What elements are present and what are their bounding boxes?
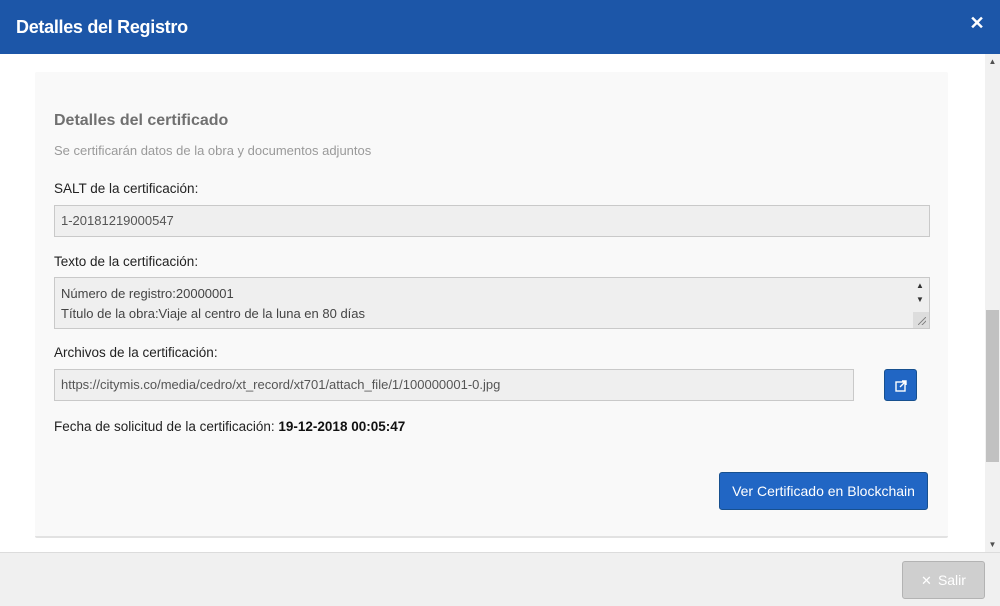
files-input[interactable]: https://citymis.co/media/cedro/xt_record… (54, 369, 854, 401)
modal-header: Detalles del Registro ✕ (0, 0, 1000, 54)
text-label: Texto de la certificación: (54, 254, 199, 269)
close-icon[interactable]: ✕ (968, 12, 986, 34)
request-date: Fecha de solicitud de la certificación: … (54, 419, 405, 434)
certificate-panel: Detalles del certificado Se certificarán… (35, 72, 948, 538)
text-line-registration: Número de registro:20000001 (61, 286, 234, 301)
panel-title: Detalles del certificado (54, 112, 229, 129)
salt-label: SALT de la certificación: (54, 181, 199, 196)
panel-subtitle: Se certificarán datos de la obra y docum… (54, 143, 372, 158)
files-label: Archivos de la certificación: (54, 345, 218, 360)
scroll-down-icon[interactable]: ▼ (985, 537, 1000, 552)
scroll-thumb[interactable] (986, 310, 999, 462)
exit-button[interactable]: ✕ Salir (902, 561, 985, 599)
close-icon: ✕ (921, 573, 932, 588)
text-line-title: Título de la obra:Viaje al centro de la … (61, 306, 366, 321)
open-file-button[interactable] (884, 369, 917, 401)
exit-label: Salir (937, 572, 966, 588)
view-blockchain-button[interactable]: Ver Certificado en Blockchain (719, 472, 928, 510)
textarea-scroll-up-icon[interactable]: ▲ (914, 281, 926, 291)
modal-title: Detalles del Registro (16, 17, 188, 37)
date-label: Fecha de solicitud de la certificación: (54, 419, 275, 434)
modal-footer: ✕ Salir (0, 552, 1000, 606)
external-link-icon (895, 380, 907, 392)
scroll-up-icon[interactable]: ▲ (985, 54, 1000, 69)
modal-scrollbar[interactable]: ▲ ▼ (985, 54, 1000, 552)
modal-body: Detalles del certificado Se certificarán… (0, 54, 985, 552)
textarea-scroll-down-icon[interactable]: ▼ (914, 295, 926, 305)
date-value: 19-12-2018 00:05:47 (278, 419, 406, 434)
textarea-resize-handle[interactable] (913, 312, 929, 328)
salt-input[interactable]: 1-20181219000547 (54, 205, 930, 237)
certification-text-area[interactable]: Número de registro:20000001 Título de la… (54, 277, 930, 329)
